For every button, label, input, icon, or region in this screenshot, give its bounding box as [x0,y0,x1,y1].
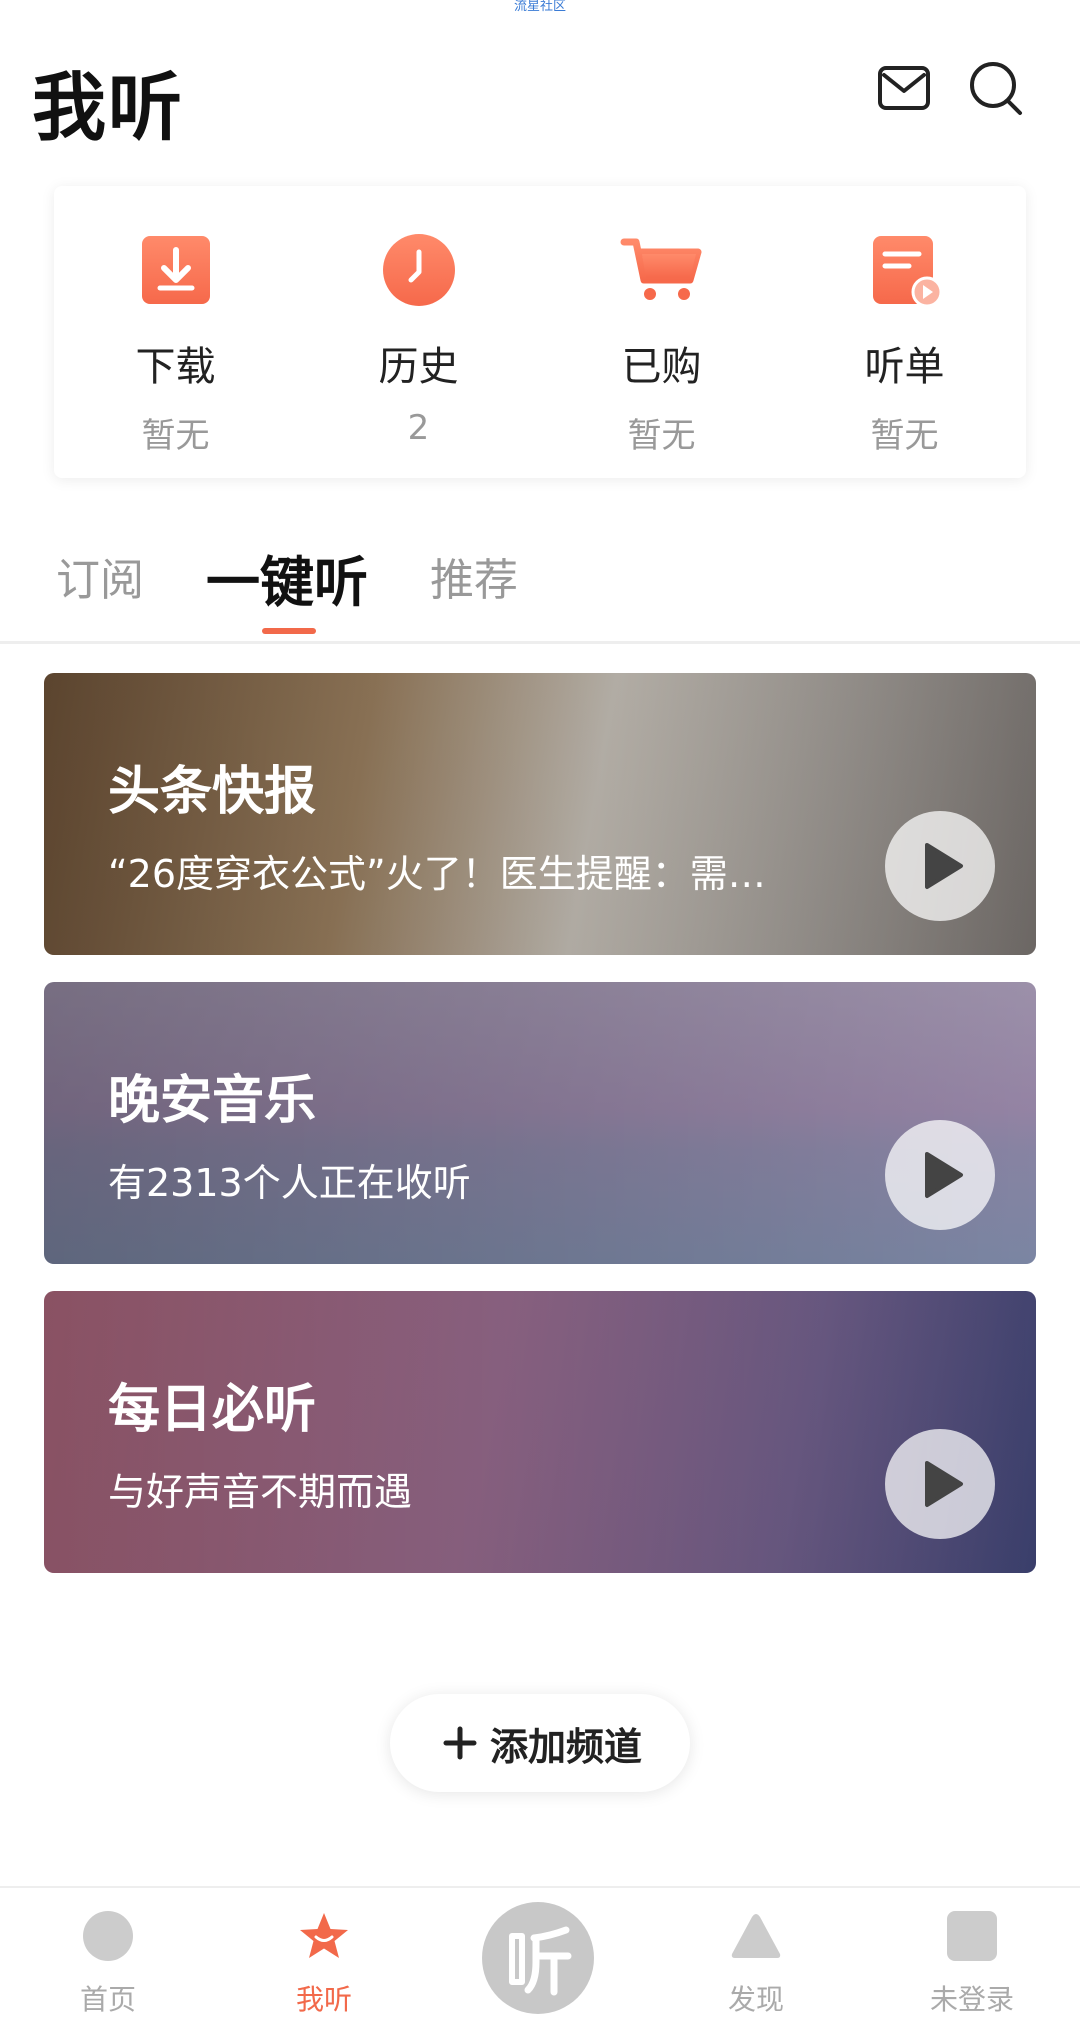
tab-bar: 订阅 一键听 推荐 [0,530,1080,644]
quick-access-card: 下载 暂无 历史 2 已购 暂无 听单 暂无 [54,186,1026,478]
play-button[interactable] [885,811,995,921]
nav-my-listen[interactable]: 我听 [216,1888,432,2029]
play-icon [925,1461,963,1507]
home-icon [83,1911,133,1961]
plus-icon [443,1726,477,1760]
channel-subtitle: “26度穿衣公式”火了！医生提醒：需… [108,852,766,896]
triangle-icon [731,1914,781,1958]
nav-home[interactable]: 首页 [0,1888,216,2029]
add-channel-label: 添加频道 [490,1725,643,1769]
nav-label-home: 首页 [79,1983,136,2016]
tab-active-indicator [262,628,316,634]
quick-item-download[interactable]: 下载 暂无 [54,186,297,478]
channel-title: 每日必听 [108,1380,317,1440]
cart-icon [620,228,704,312]
quick-sub-history: 2 [407,408,430,448]
nav-label-my-listen: 我听 [295,1983,352,2016]
channel-card-headlines[interactable]: 头条快报 “26度穿衣公式”火了！医生提醒：需… [44,673,1036,955]
square-icon [947,1911,997,1961]
play-button[interactable] [885,1120,995,1230]
tab-subscribe[interactable]: 订阅 [56,544,144,608]
nav-label-discover: 发现 [727,1983,784,2016]
nav-label-profile: 未登录 [929,1983,1014,2016]
play-button[interactable] [885,1429,995,1539]
quick-item-history[interactable]: 历史 2 [297,186,540,478]
page-title: 我听 [32,65,184,151]
play-icon [925,843,963,889]
listen-center-icon [482,1902,594,2014]
tab-one-key-listen[interactable]: 一键听 [206,538,368,617]
nav-discover[interactable]: 发现 [648,1888,864,2029]
channel-card-daily-must-listen[interactable]: 每日必听 与好声音不期而遇 [44,1291,1036,1573]
quick-label-download: 下载 [135,344,216,390]
download-icon [134,228,218,312]
tab-recommend[interactable]: 推荐 [430,544,518,608]
quick-item-playlist[interactable]: 听单 暂无 [783,186,1026,478]
channel-subtitle: 有2313个人正在收听 [108,1161,471,1205]
star-icon [300,1913,348,1958]
search-icon[interactable] [966,58,1026,118]
clock-icon [377,228,461,312]
channel-card-goodnight-music[interactable]: 晚安音乐 有2313个人正在收听 [44,982,1036,1264]
play-icon [925,1152,963,1198]
nav-profile[interactable]: 未登录 [864,1888,1080,2029]
bottom-nav: 首页 我听 发现 未登录 [0,1886,1080,2029]
channel-title: 晚安音乐 [108,1071,317,1131]
quick-sub-download: 暂无 [141,416,210,456]
quick-sub-playlist: 暂无 [870,416,939,456]
quick-label-playlist: 听单 [864,344,945,390]
nav-center-listen[interactable] [432,1888,648,2029]
header: 我听 [0,40,1080,151]
quick-label-history: 历史 [378,344,459,390]
quick-sub-purchased: 暂无 [627,416,696,456]
quick-label-purchased: 已购 [621,344,702,390]
mail-icon[interactable] [874,58,934,118]
channel-subtitle: 与好声音不期而遇 [108,1470,413,1514]
status-watermark: 流星社区 [513,0,566,14]
channel-title: 头条快报 [108,762,317,822]
add-channel-button[interactable]: 添加频道 [390,1694,690,1792]
playlist-icon [863,228,947,312]
quick-item-purchased[interactable]: 已购 暂无 [540,186,783,478]
